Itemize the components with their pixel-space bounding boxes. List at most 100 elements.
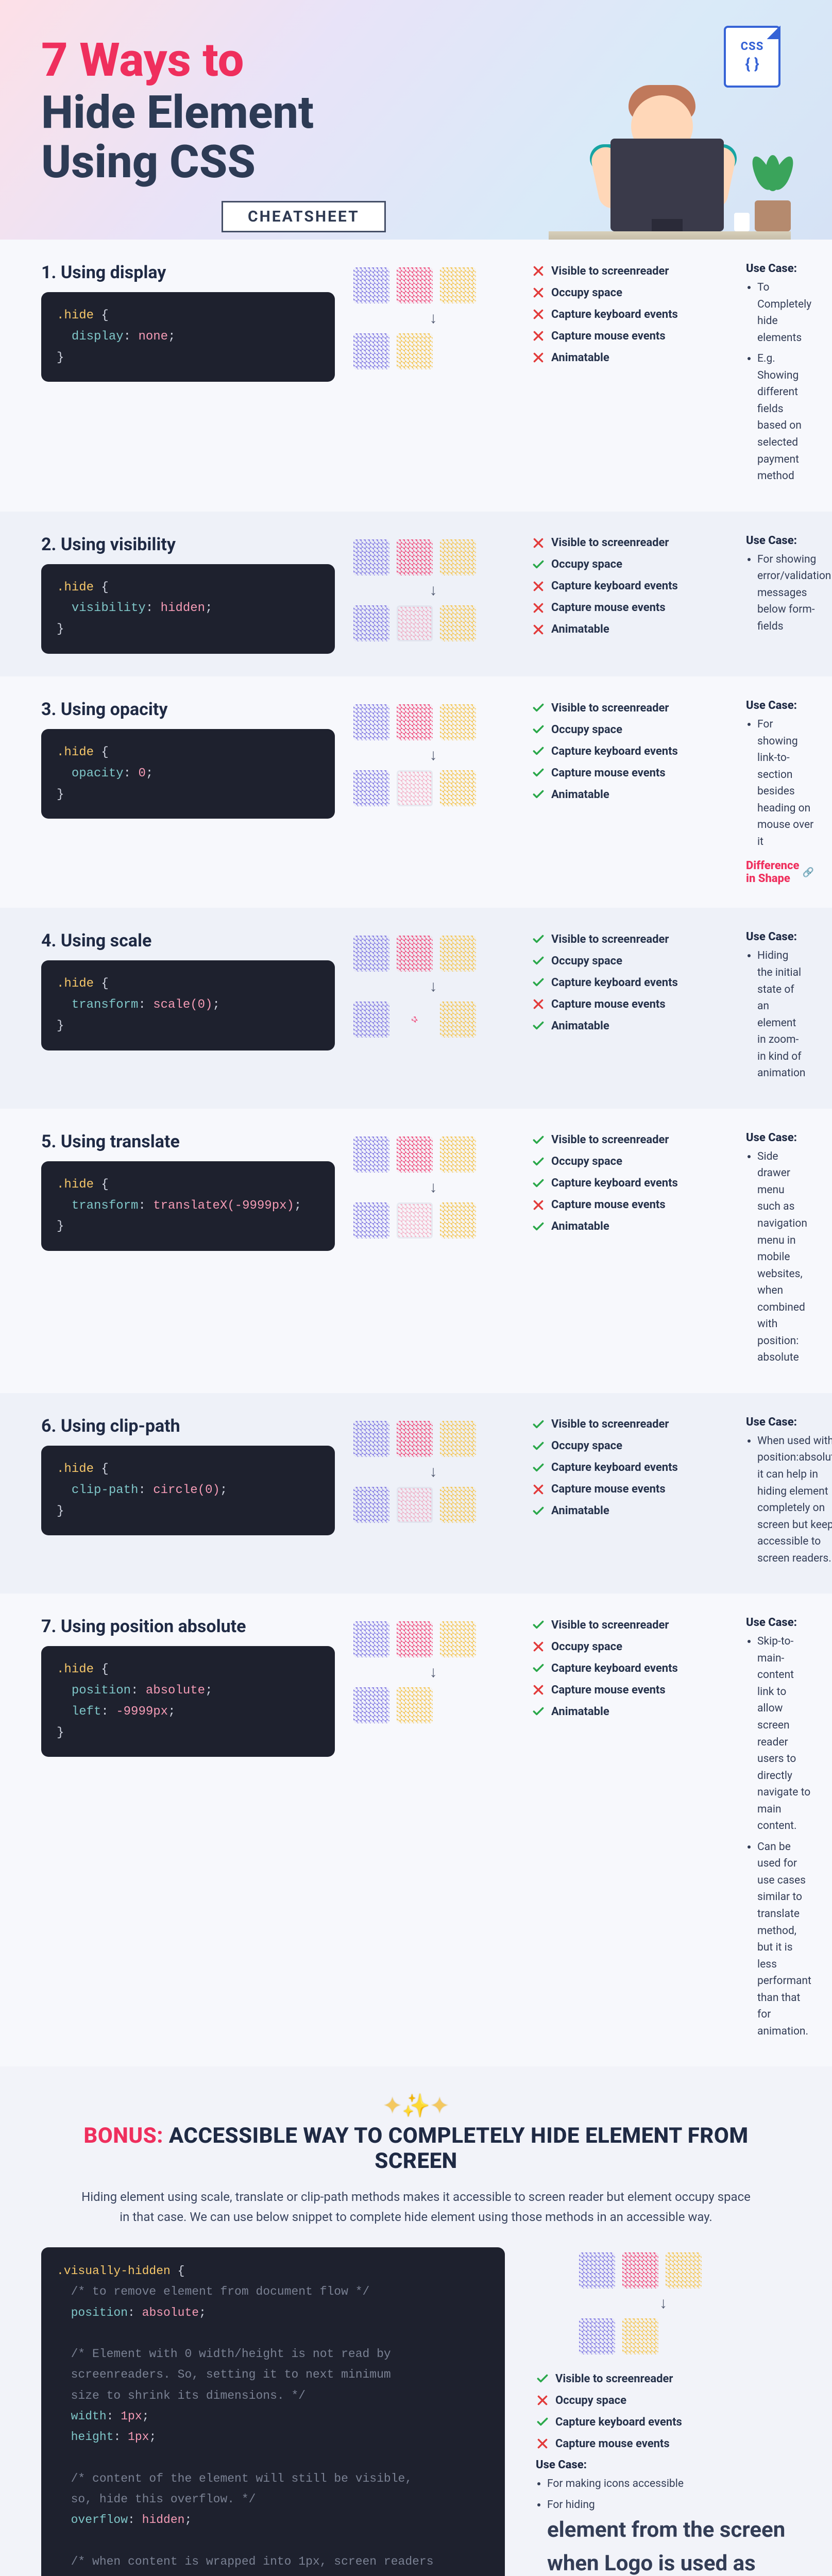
usecase-title: Use Case: (746, 534, 831, 547)
property-item: Capture mouse events (532, 1483, 727, 1496)
property-item: Capture keyboard events (532, 580, 727, 593)
property-item: Visible to screenreader (532, 1133, 727, 1147)
property-item: Occupy space (532, 286, 727, 299)
visualization: ↓ (353, 1131, 513, 1370)
property-item: Visible to screenreader (532, 1618, 727, 1632)
properties-list: Visible to screenreaderOccupy spaceCaptu… (532, 1416, 727, 1571)
code-block: .hide { display: none;} (41, 292, 335, 382)
external-link-icon: 🔗 (802, 867, 813, 878)
sparkles-icon: ✦✨✦ (41, 2092, 791, 2119)
check-icon (532, 701, 545, 715)
difference-link[interactable]: Difference in Shape 🔗 (746, 859, 814, 885)
property-item: Animatable (532, 1220, 727, 1233)
arrow-down-icon: ↓ (353, 583, 513, 598)
arrow-down-icon: ↓ (536, 2296, 791, 2311)
visualization: ↓ (353, 1616, 513, 2044)
usecase: Use Case:Hiding the initial state of an … (746, 930, 806, 1086)
usecase: Use Case:Side drawer menu such as naviga… (746, 1131, 807, 1370)
usecase-item: To Completely hide elements (757, 279, 811, 346)
check-icon (532, 788, 545, 801)
properties-list: Visible to screenreaderOccupy spaceCaptu… (532, 262, 727, 489)
check-icon (532, 1439, 545, 1453)
cheatsheet-badge: CHEATSHEET (222, 201, 386, 232)
property-item: Capture mouse events (532, 601, 727, 615)
bonus-properties: Visible to screenreaderOccupy spaceCaptu… (536, 2370, 791, 2450)
usecase-item: Skip-to-main-content link to allow scree… (757, 1633, 811, 1835)
arrow-down-icon: ↓ (353, 1180, 513, 1195)
usecase-list: When used with position:absolute, it can… (757, 1433, 832, 1567)
cross-icon (532, 601, 545, 615)
usecase-title: Use Case: (746, 262, 811, 275)
property-item: Capture keyboard events (532, 744, 727, 758)
arrow-down-icon: ↓ (353, 748, 513, 763)
usecase-item: E.g. Showing different fields based on s… (757, 350, 811, 484)
property-item: Visible to screenreader (532, 933, 727, 946)
property-item: Occupy space (532, 723, 727, 736)
properties-list: Visible to screenreaderOccupy spaceCaptu… (532, 1616, 727, 2044)
property-item: Animatable (532, 1504, 727, 1518)
method-title: 5. Using translate (41, 1131, 335, 1152)
properties-list: Visible to screenreader Occupy space Captu… (532, 699, 727, 885)
properties-list: Visible to screenreaderOccupy spaceCaptu… (532, 930, 727, 1086)
cross-icon (532, 329, 545, 343)
check-icon (532, 1418, 545, 1431)
check-icon (532, 1019, 545, 1032)
usecase-item: When used with position:absolute, it can… (757, 1433, 832, 1567)
property-item: Capture keyboard events (532, 1662, 727, 1675)
property-item: Capture mouse events (532, 1198, 727, 1212)
bonus-section: ✦✨✦ BONUS: ACCESSIBLE WAY TO COMPLETELY … (0, 2066, 832, 2576)
property-item: Capture mouse events (532, 766, 727, 779)
check-icon (536, 2415, 549, 2429)
usecase: Use Case: To Completely hide elementsE.g.… (746, 262, 811, 489)
visualization: ↓ (353, 1416, 513, 1571)
method-title: 4. Using scale (41, 930, 335, 951)
cross-icon (532, 1198, 545, 1212)
property-item: Visible to screenreader (536, 2372, 791, 2385)
visualization: ↓ (353, 262, 513, 489)
property-item: Animatable (532, 623, 727, 636)
check-icon (532, 1461, 545, 1475)
property-item: Animatable (532, 1019, 727, 1032)
cross-icon (532, 997, 545, 1011)
usecase-list: For showing error/validation messages be… (757, 551, 831, 635)
check-icon (532, 558, 545, 571)
check-icon (532, 1155, 545, 1168)
check-icon (532, 1177, 545, 1190)
property-item: Capture mouse events (532, 997, 727, 1011)
property-item: Visible to screenreader (532, 1418, 727, 1431)
visualization: ↓ (353, 534, 513, 654)
title-dark-2: Using CSS (41, 138, 505, 188)
usecase-list: Hiding the initial state of an element i… (757, 947, 806, 1081)
cross-icon (532, 351, 545, 364)
code-block: .hide { opacity: 0;} (41, 729, 335, 819)
usecase: Use Case:Skip-to-main-content link to al… (746, 1616, 811, 2044)
check-icon (532, 1618, 545, 1632)
cross-icon (532, 536, 545, 550)
usecase-title: Use Case: (746, 1416, 832, 1429)
cross-icon (532, 1640, 545, 1653)
method-title: 6. Using clip-path (41, 1416, 335, 1436)
usecase-item: Can be used for use cases similar to tra… (757, 1839, 811, 2040)
property-item: Visible to screenreader (532, 701, 727, 715)
check-icon (532, 933, 545, 946)
method-title: 1. Using display (41, 262, 335, 283)
bonus-usecase-title: Use Case: (536, 2459, 791, 2471)
property-item: Capture mouse events (532, 329, 727, 343)
property-item: Capture keyboard events (532, 976, 727, 989)
usecase: Use Case:For showing link-to-section bes… (746, 699, 814, 885)
arrow-down-icon: ↓ (353, 1665, 513, 1680)
method-row: 2. Using visibility .hide { visibility: h… (0, 512, 832, 676)
method-row: 4. Using scale.hide { transform: scale(0… (0, 908, 832, 1108)
cross-icon (532, 1483, 545, 1496)
usecase-item: For making icons accessible (547, 2476, 791, 2493)
title-red: 7 Ways to (41, 36, 505, 85)
property-item: Occupy space (532, 1155, 727, 1168)
code-block: .hide { visibility: hidden;} (41, 564, 335, 654)
method-title: 2. Using visibility (41, 534, 335, 555)
usecase-list: For showing link-to-section besides head… (757, 716, 814, 850)
visualization: ↓ (353, 930, 513, 1086)
property-item: Capture keyboard events (536, 2415, 791, 2429)
property-item: Animatable (532, 351, 727, 364)
visualization: ↓ (353, 699, 513, 885)
usecase-item: Hiding the initial state of an element i… (757, 947, 806, 1081)
